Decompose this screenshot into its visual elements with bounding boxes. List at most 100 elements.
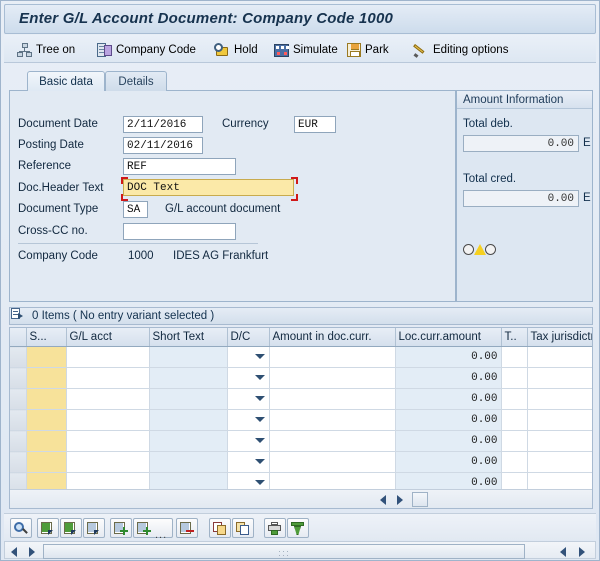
column-header-dc[interactable]: D/C [227, 328, 270, 347]
dc-dropdown-caret-icon[interactable] [254, 354, 265, 359]
row-selector-cell[interactable] [10, 409, 27, 431]
row-status-cell[interactable] [26, 388, 67, 410]
row-amount-doc-cell[interactable] [269, 430, 396, 452]
row-dc-cell[interactable] [227, 409, 270, 431]
row-tax-jurisdiction-cell[interactable] [527, 367, 592, 389]
cross-cc-no-input[interactable] [123, 223, 236, 240]
row-amount-doc-cell[interactable] [269, 388, 396, 410]
row-tax-cell[interactable] [501, 451, 528, 473]
grid-scroll-thumb[interactable] [412, 492, 428, 507]
row-amount-doc-cell[interactable] [269, 367, 396, 389]
insert-row-more-button[interactable]: ... [133, 518, 173, 541]
row-gl-acct-cell[interactable] [66, 388, 150, 410]
row-dc-cell[interactable] [227, 388, 270, 410]
row-status-cell[interactable] [26, 430, 67, 452]
row-tax-jurisdiction-cell[interactable] [527, 430, 592, 452]
row-dc-cell[interactable] [227, 430, 270, 452]
dc-dropdown-caret-icon[interactable] [254, 417, 265, 422]
dc-dropdown-caret-icon[interactable] [254, 480, 265, 485]
table-row[interactable]: 0.00 [10, 388, 592, 410]
row-tax-cell[interactable] [501, 430, 528, 452]
simulate-button[interactable]: Simulate [269, 38, 343, 62]
park-button[interactable]: Park [342, 38, 394, 62]
dc-dropdown-caret-icon[interactable] [254, 396, 265, 401]
row-tax-cell[interactable] [501, 388, 528, 410]
row-gl-acct-cell[interactable] [66, 346, 150, 368]
row-dc-cell[interactable] [227, 451, 270, 473]
dc-dropdown-caret-icon[interactable] [254, 375, 265, 380]
row-amount-doc-cell[interactable] [269, 346, 396, 368]
table-row[interactable]: 0.00 [10, 409, 592, 431]
row-gl-acct-cell[interactable] [66, 409, 150, 431]
grid-horizontal-scrollbar[interactable] [10, 489, 592, 508]
row-selector-cell[interactable] [10, 388, 27, 410]
table-settings-icon[interactable] [11, 308, 23, 320]
row-status-cell[interactable] [26, 409, 67, 431]
row-status-cell[interactable] [26, 346, 67, 368]
column-header-tax-jurisdiction[interactable]: Tax jurisdictn code [527, 328, 592, 347]
row-selector-cell[interactable] [10, 430, 27, 452]
tab-basic-data[interactable]: Basic data [27, 71, 105, 91]
row-gl-acct-cell[interactable] [66, 451, 150, 473]
document-type-input[interactable]: SA [123, 201, 148, 218]
select-layout-button[interactable] [37, 518, 59, 538]
grid-scroll-left-button[interactable] [376, 492, 390, 507]
row-tax-jurisdiction-cell[interactable] [527, 388, 592, 410]
paste-button[interactable] [232, 518, 254, 538]
window-scroll-left-button-2[interactable] [556, 544, 570, 559]
row-selector-cell[interactable] [10, 346, 27, 368]
document-date-input[interactable]: 2/11/2016 [123, 116, 203, 133]
window-horizontal-scrollbar[interactable]: ··· ··· [4, 541, 596, 560]
doc-header-text-input[interactable]: DOC Text [123, 179, 294, 196]
print-button[interactable] [264, 518, 286, 538]
copy-button[interactable] [209, 518, 231, 538]
column-header-tax[interactable]: T.. [501, 328, 528, 347]
posting-date-input[interactable]: 02/11/2016 [123, 137, 203, 154]
hold-button[interactable]: Hold [209, 38, 263, 62]
tree-on-button[interactable]: Tree on [12, 38, 80, 62]
editing-options-button[interactable]: Editing options [409, 38, 513, 62]
row-gl-acct-cell[interactable] [66, 367, 150, 389]
choose-layout-button[interactable] [83, 518, 105, 538]
row-tax-jurisdiction-cell[interactable] [527, 346, 592, 368]
tab-details[interactable]: Details [105, 71, 167, 91]
row-selector-cell[interactable] [10, 367, 27, 389]
delete-row-button[interactable] [176, 518, 198, 538]
find-button[interactable] [10, 518, 32, 538]
row-amount-doc-cell[interactable] [269, 451, 396, 473]
window-scroll-right-button[interactable] [25, 544, 39, 559]
row-status-cell[interactable] [26, 367, 67, 389]
filter-button[interactable] [287, 518, 309, 538]
save-layout-button[interactable] [60, 518, 82, 538]
row-dc-cell[interactable] [227, 346, 270, 368]
insert-row-button[interactable] [110, 518, 132, 538]
row-tax-cell[interactable] [501, 409, 528, 431]
window-scroll-right-button-2[interactable] [575, 544, 589, 559]
row-amount-doc-cell[interactable] [269, 409, 396, 431]
window-scroll-thumb[interactable]: ··· ··· [43, 544, 525, 560]
table-row[interactable]: 0.00 [10, 367, 592, 389]
table-row[interactable]: 0.00 [10, 346, 592, 368]
reference-input[interactable]: REF [123, 158, 236, 175]
row-tax-jurisdiction-cell[interactable] [527, 451, 592, 473]
row-dc-cell[interactable] [227, 367, 270, 389]
currency-input[interactable]: EUR [294, 116, 336, 133]
table-row[interactable]: 0.00 [10, 430, 592, 452]
dc-dropdown-caret-icon[interactable] [254, 438, 265, 443]
column-header-gl-acct[interactable]: G/L acct [66, 328, 150, 347]
company-code-button[interactable]: Company Code [92, 38, 201, 62]
column-header-loc-amount[interactable]: Loc.curr.amount [395, 328, 502, 347]
dc-dropdown-caret-icon[interactable] [254, 459, 265, 464]
row-selector-cell[interactable] [10, 451, 27, 473]
column-header-short-text[interactable]: Short Text [149, 328, 228, 347]
column-header-status[interactable]: S... [26, 328, 67, 347]
column-header-icon[interactable] [10, 328, 27, 347]
row-tax-jurisdiction-cell[interactable] [527, 409, 592, 431]
row-tax-cell[interactable] [501, 346, 528, 368]
grid-scroll-right-button[interactable] [393, 492, 407, 507]
row-status-cell[interactable] [26, 451, 67, 473]
column-header-amount-doc[interactable]: Amount in doc.curr. [269, 328, 396, 347]
row-tax-cell[interactable] [501, 367, 528, 389]
table-row[interactable]: 0.00 [10, 451, 592, 473]
row-gl-acct-cell[interactable] [66, 430, 150, 452]
